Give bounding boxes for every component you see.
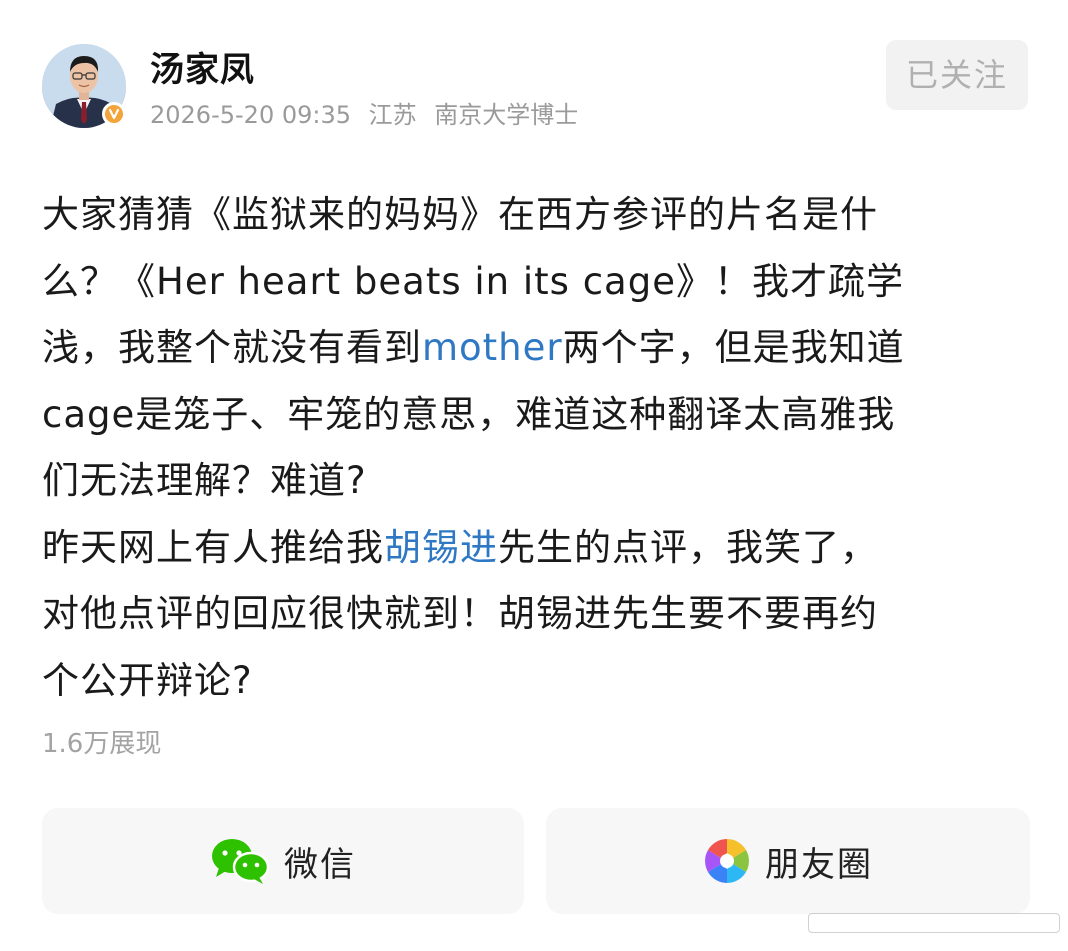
verified-badge-icon (102, 102, 126, 126)
post-text-segment: 先生的点评，我笑了， (498, 525, 878, 569)
post-line: 个公开辩论? (42, 648, 1032, 715)
share-wechat-label: 微信 (284, 844, 356, 885)
post-text-segment: 两个字，但是我知道 (562, 326, 905, 369)
user-mention-link[interactable]: 胡锡进 (384, 526, 498, 569)
post-text-segment: 个公开辩论? (42, 658, 253, 702)
post-text-segment: 们无法理解？难道? (42, 459, 367, 502)
post-text-segment: 么？《Her heart beats in its cage》！我才疏学 (42, 259, 904, 303)
post-timestamp: 2026-5-20 09:35 (150, 101, 351, 129)
post-line: 大家猜猜《监狱来的妈妈》在西方参评的片名是什 (42, 182, 1032, 249)
view-count: 1.6万展现 (42, 729, 162, 759)
post-line: 浅，我整个就没有看到mother两个字，但是我知道 (42, 315, 1032, 382)
moments-aperture-icon (703, 837, 751, 885)
share-moments-label: 朋友圈 (765, 844, 873, 885)
post-line: 对他点评的回应很快就到！胡锡进先生要不要再约 (42, 581, 1032, 648)
post-line: cage是笼子、牢笼的意思，难道这种翻译太高雅我 (42, 382, 1032, 449)
follow-button[interactable]: 已关注 (886, 40, 1028, 110)
post-body: 大家猜猜《监狱来的妈妈》在西方参评的片名是什 么？《Her heart beat… (42, 182, 1032, 714)
post-header: 汤家凤 2026-5-20 09:35 江苏 南京大学博士 已关注 (42, 40, 1032, 140)
post-line: 们无法理解？难道? (42, 448, 1032, 515)
post-text-segment: 对他点评的回应很快就到！胡锡进先生要不要再约 (42, 592, 878, 635)
wechat-icon (210, 837, 270, 885)
watermark-box (808, 913, 1060, 933)
post-line: 么？《Her heart beats in its cage》！我才疏学 (42, 249, 1032, 316)
user-name[interactable]: 汤家凤 (150, 46, 255, 94)
post-location: 江苏 (368, 101, 417, 129)
share-wechat-button[interactable]: 微信 (42, 808, 524, 914)
post-text-segment: 昨天网上有人推给我 (42, 525, 384, 569)
topic-link-mother[interactable]: mother (422, 326, 563, 369)
watermark (808, 913, 1060, 945)
post-text-segment: 大家猜猜《监狱来的妈妈》在西方参评的片名是什 (42, 193, 878, 236)
user-title: 南京大学博士 (434, 101, 579, 129)
post-meta: 2026-5-20 09:35 江苏 南京大学博士 (150, 98, 588, 132)
post-text-segment: cage是笼子、牢笼的意思，难道这种翻译太高雅我 (42, 392, 896, 436)
post-text-segment: 浅，我整个就没有看到 (42, 326, 422, 369)
share-moments-button[interactable]: 朋友圈 (546, 808, 1030, 914)
post-line: 昨天网上有人推给我胡锡进先生的点评，我笑了， (42, 515, 1032, 582)
